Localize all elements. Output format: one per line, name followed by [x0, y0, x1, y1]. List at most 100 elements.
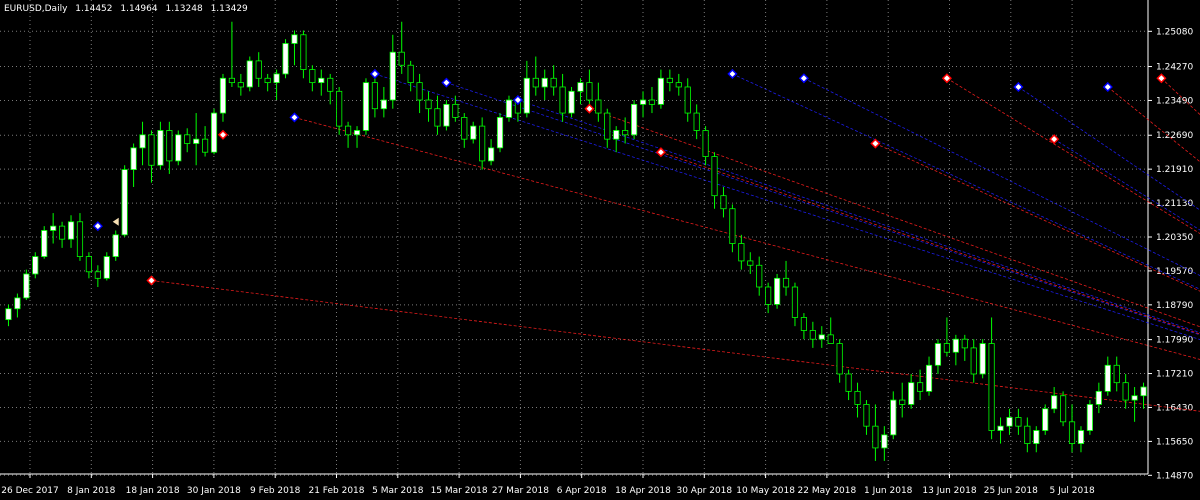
date-tick-label: 21 Feb 2018: [308, 486, 364, 496]
bear-candle-body: [425, 99, 432, 110]
bear-candle-body: [800, 317, 807, 331]
bull-candle-body: [273, 73, 280, 84]
price-chart[interactable]: 1.25870 1.25080 1.24270 1.23490 1.22690 1.219…: [0, 0, 1200, 500]
bull-candle-body: [523, 77, 530, 114]
bear-candle-body: [738, 243, 745, 262]
candle: [219, 73, 227, 122]
bullish-signal-icon: [289, 112, 300, 123]
bear-candle-body: [532, 77, 539, 88]
candle: [1077, 426, 1085, 453]
bear-candle-body: [693, 112, 700, 131]
open-price: 1.14452: [75, 4, 113, 14]
bull-candle-body: [291, 34, 298, 44]
bear-candle-body: [452, 103, 459, 118]
candle: [50, 213, 57, 244]
candle: [523, 60, 530, 118]
bull-candle-body: [1131, 395, 1138, 401]
bull-candle-body: [1006, 417, 1013, 427]
candle: [157, 121, 164, 170]
candle: [881, 426, 888, 461]
bullish-signal-icon: [727, 68, 738, 79]
candle: [202, 126, 209, 157]
candle: [32, 252, 39, 279]
bull-candle-body: [121, 169, 128, 236]
bull-candle-body: [362, 82, 370, 131]
candle: [371, 73, 378, 118]
chart-header: EURUSD,Daily 1.14452 1.14964 1.13248 1.1…: [4, 4, 253, 14]
candle: [800, 313, 807, 340]
bull-candle-body: [908, 382, 915, 405]
candle: [1015, 408, 1022, 435]
chart-window[interactable]: EURUSD,Daily 1.14452 1.14964 1.13248 1.1…: [0, 0, 1200, 500]
bull-candle-body: [5, 308, 12, 321]
bull-candle-body: [443, 103, 450, 127]
bear-candle-body: [756, 264, 763, 288]
trend-fan-line: [875, 143, 1200, 292]
bull-candle-body: [41, 230, 48, 257]
bear-candle-body: [943, 343, 950, 353]
date-tick-label: 18 Jan 2018: [126, 486, 180, 496]
candle: [756, 256, 763, 296]
bear-candle-body: [59, 225, 66, 240]
bear-candle-body: [1060, 395, 1067, 423]
bear-candle-body: [184, 134, 191, 144]
bull-candle-body: [14, 297, 21, 310]
bear-candle-body: [76, 221, 84, 257]
bear-candle-body: [264, 77, 271, 84]
bear-candle-body: [434, 108, 441, 127]
bear-candle-body: [371, 82, 378, 110]
bear-candle-body: [416, 82, 423, 101]
candle: [890, 391, 897, 440]
candle: [1060, 391, 1067, 427]
candle: [675, 73, 682, 96]
candle: [1104, 356, 1111, 396]
candle: [639, 91, 647, 118]
price-tick-label: 1.21130: [1156, 199, 1193, 209]
date-tick-label: 5 Mar 2018: [372, 486, 424, 496]
bull-candle-body: [1042, 408, 1049, 431]
bull-candle-body: [112, 234, 119, 257]
bear-candle-body: [1015, 417, 1022, 427]
bear-candle-body: [872, 425, 879, 449]
candle: [255, 52, 262, 87]
bullish-signal-icon: [92, 221, 103, 232]
price-tick-label: 1.18790: [1156, 301, 1193, 311]
bull-candle-body: [139, 134, 146, 149]
bull-candle-body: [470, 125, 477, 140]
candle: [845, 369, 852, 401]
bull-candle-body: [541, 77, 548, 88]
bear-candle-body: [836, 343, 843, 375]
candle: [175, 130, 182, 166]
bearish-signal-icon: [217, 129, 229, 140]
candle: [264, 73, 271, 92]
candle: [112, 230, 119, 261]
bull-candle-body: [380, 99, 387, 110]
bear-candle-body: [622, 130, 629, 136]
candle: [14, 293, 21, 318]
candle: [130, 143, 137, 187]
candle: [934, 339, 942, 374]
price-tick-label: 1.24270: [1156, 63, 1193, 73]
bull-candle-body: [488, 147, 495, 162]
close-price: 1.13429: [210, 4, 248, 14]
bear-candle-body: [863, 404, 870, 427]
candle: [961, 334, 968, 361]
bull-candle-body: [318, 77, 325, 84]
candle: [782, 260, 790, 296]
candle: [41, 226, 48, 259]
candle: [684, 78, 691, 122]
bear-candle-body: [166, 130, 173, 162]
price-tick-label: 1.21910: [1156, 165, 1193, 175]
candle: [738, 234, 745, 270]
date-tick-label: 30 Jan 2018: [187, 486, 241, 496]
price-tick-label: 1.14870: [1156, 471, 1193, 481]
bear-candle-body: [1068, 421, 1076, 444]
bull-candle-body: [577, 82, 584, 92]
bull-candle-body: [130, 147, 137, 170]
trend-fan-line: [660, 151, 1200, 335]
bear-candle-body: [711, 156, 718, 197]
candle: [210, 108, 218, 155]
candle: [228, 21, 235, 87]
candle: [1042, 404, 1049, 435]
candle: [818, 326, 825, 348]
